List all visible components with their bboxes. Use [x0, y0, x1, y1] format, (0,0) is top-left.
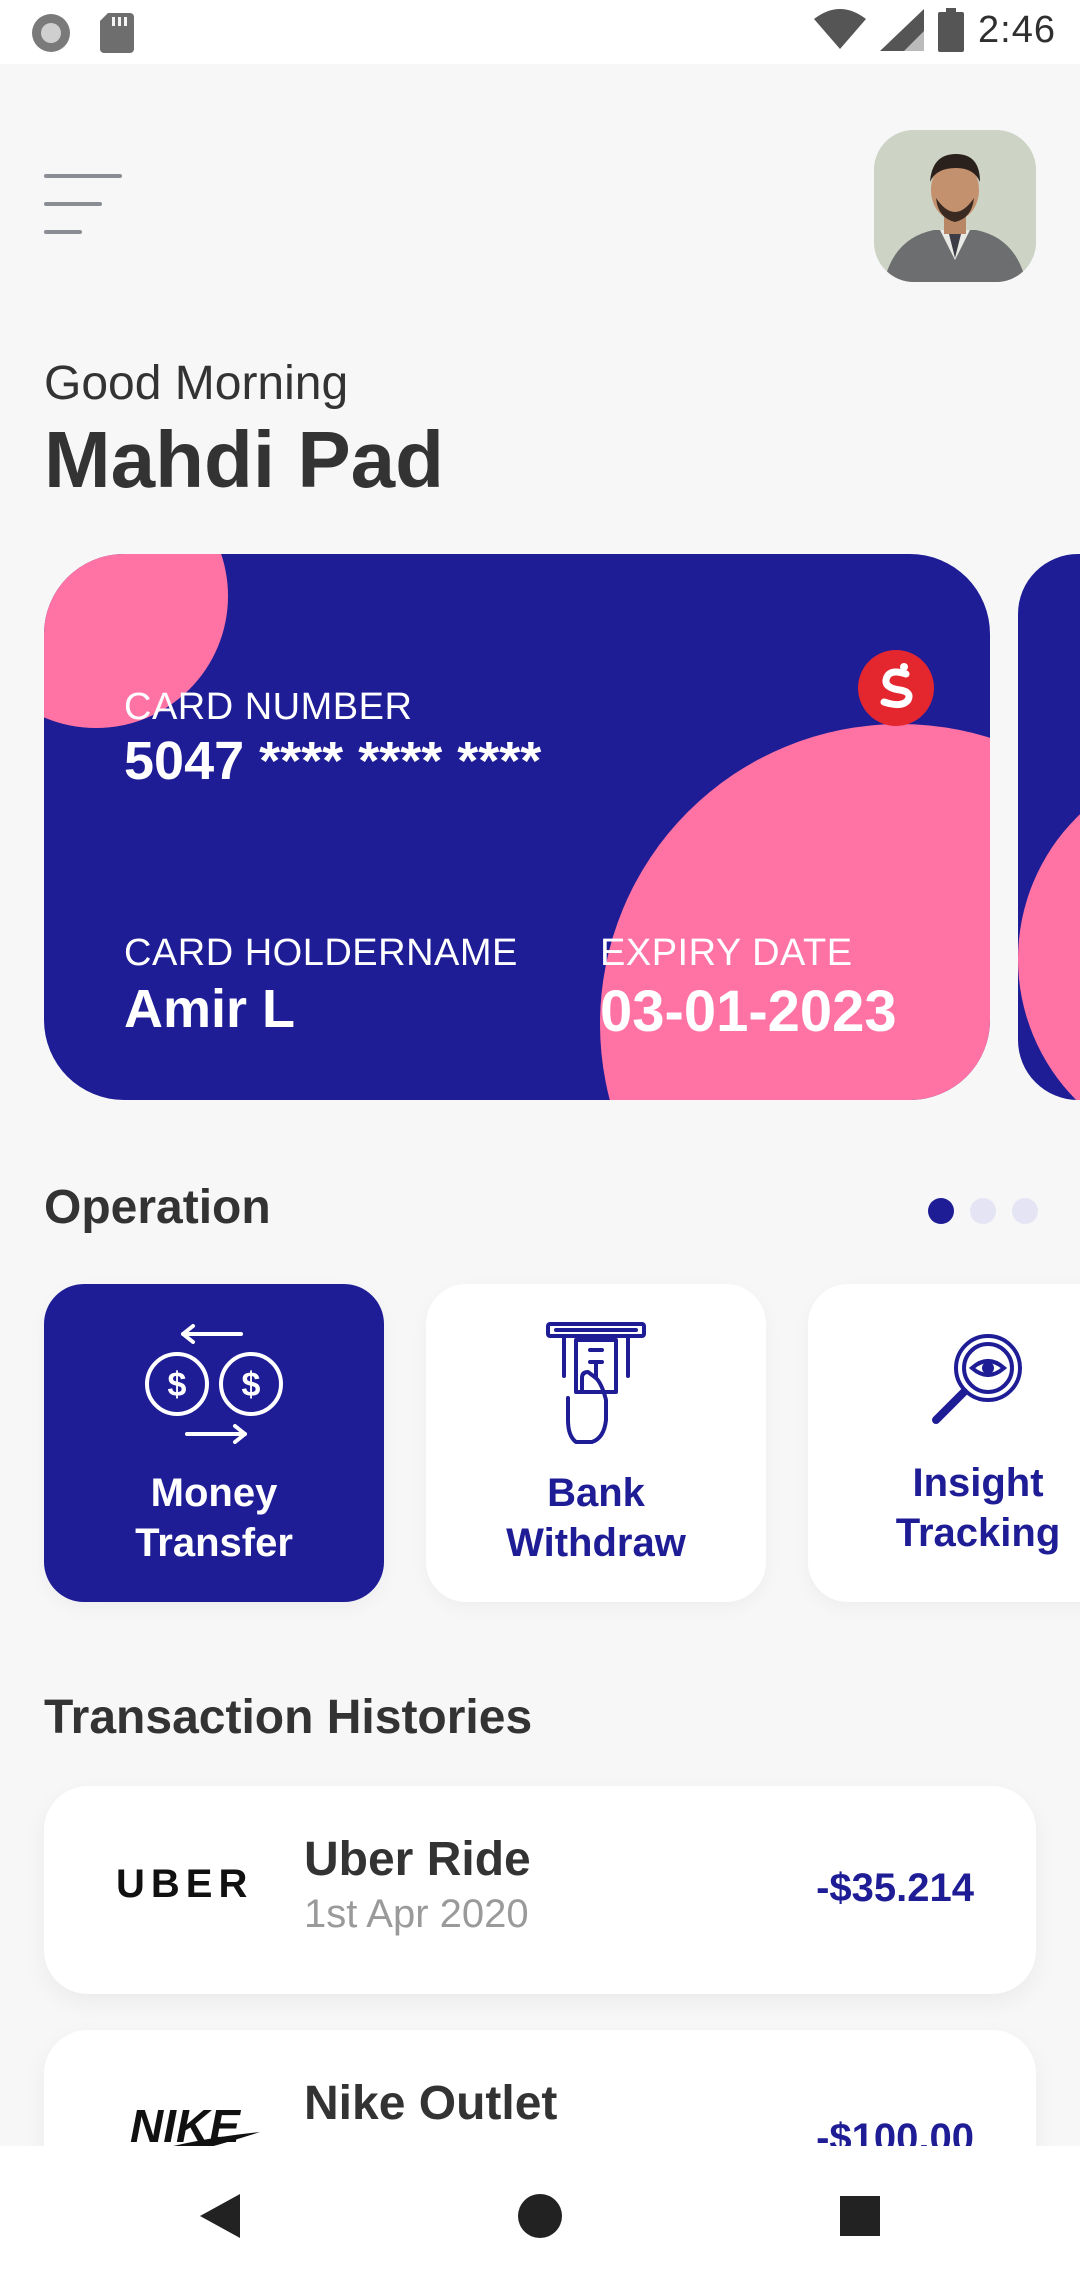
- card-holder-name: Amir L: [124, 979, 296, 1039]
- transaction-amount: -$35.214: [816, 1866, 974, 1910]
- card-expiry-label: EXPIRY DATE: [600, 932, 853, 974]
- user-name: Mahdi Pad: [44, 415, 445, 504]
- sd-card-icon: [100, 13, 134, 53]
- status-bar: 2:46: [0, 0, 1080, 64]
- wallet-screen: 2:46 Good Morning Mahdi Pad CARD NUMBER …: [0, 0, 1080, 2280]
- operation-pager: [928, 1198, 1038, 1224]
- home-button[interactable]: [500, 2176, 580, 2256]
- card-holder-label: CARD HOLDERNAME: [124, 932, 518, 974]
- operation-title: Operation: [44, 1181, 271, 1234]
- transactions-title: Transaction Histories: [44, 1691, 533, 1744]
- svg-text:$: $: [168, 1366, 187, 1404]
- battery-icon: [938, 8, 965, 52]
- transaction-title: Uber Ride: [304, 1833, 531, 1886]
- recents-icon: [840, 2196, 880, 2236]
- uber-logo: UBER: [116, 1862, 254, 1906]
- clock: 2:46: [978, 8, 1056, 51]
- bank-withdraw-button[interactable]: Bank Withdraw: [426, 1284, 766, 1602]
- back-icon: [200, 2194, 240, 2238]
- greeting-text: Good Morning: [44, 357, 349, 410]
- back-button[interactable]: [182, 2176, 262, 2256]
- recents-button[interactable]: [820, 2176, 900, 2256]
- insight-tracking-label-2: Tracking: [895, 1511, 1061, 1555]
- system-navigation-bar: [0, 2146, 1080, 2280]
- card-expiry-date: 03-01-2023: [600, 979, 897, 1044]
- insight-magnifier-icon: [932, 1334, 1022, 1424]
- money-transfer-icon: $ $: [145, 1324, 283, 1444]
- user-avatar[interactable]: [874, 130, 1036, 282]
- signal-icon: [880, 9, 925, 51]
- bank-withdraw-label-1: Bank: [547, 1471, 645, 1515]
- bank-withdraw-label-2: Withdraw: [506, 1521, 686, 1565]
- money-transfer-label-2: Transfer: [135, 1521, 293, 1565]
- home-icon: [518, 2194, 562, 2238]
- wifi-icon: [814, 9, 867, 49]
- menu-button[interactable]: [44, 174, 124, 238]
- card-decoration-circle: [1018, 759, 1080, 1100]
- card-number: 5047 **** **** ****: [124, 731, 542, 791]
- pager-dot-active[interactable]: [928, 1198, 954, 1224]
- pager-dot[interactable]: [970, 1198, 996, 1224]
- card-brand-logo-icon: [858, 650, 934, 726]
- card-number-label: CARD NUMBER: [124, 686, 413, 728]
- insight-tracking-label-1: Insight: [912, 1461, 1044, 1505]
- transaction-item[interactable]: UBER Uber Ride 1st Apr 2020 -$35.214: [44, 1786, 1036, 1994]
- transaction-date: 1st Apr 2020: [304, 1892, 529, 1936]
- record-icon: [32, 14, 70, 52]
- avatar-photo: [874, 130, 1036, 282]
- bank-card[interactable]: CARD NUMBER 5047 **** **** **** CARD HOL…: [44, 554, 990, 1100]
- money-transfer-button[interactable]: $ $ Money Transfer: [44, 1284, 384, 1602]
- money-transfer-label-1: Money: [150, 1471, 278, 1515]
- pager-dot[interactable]: [1012, 1198, 1038, 1224]
- hamburger-menu-icon: [44, 174, 122, 234]
- transaction-title: Nike Outlet: [304, 2077, 558, 2130]
- svg-text:$: $: [242, 1366, 261, 1404]
- next-card-preview[interactable]: [1018, 554, 1080, 1100]
- insight-tracking-button[interactable]: Insight Tracking: [808, 1284, 1080, 1602]
- atm-withdraw-icon: [546, 1322, 646, 1444]
